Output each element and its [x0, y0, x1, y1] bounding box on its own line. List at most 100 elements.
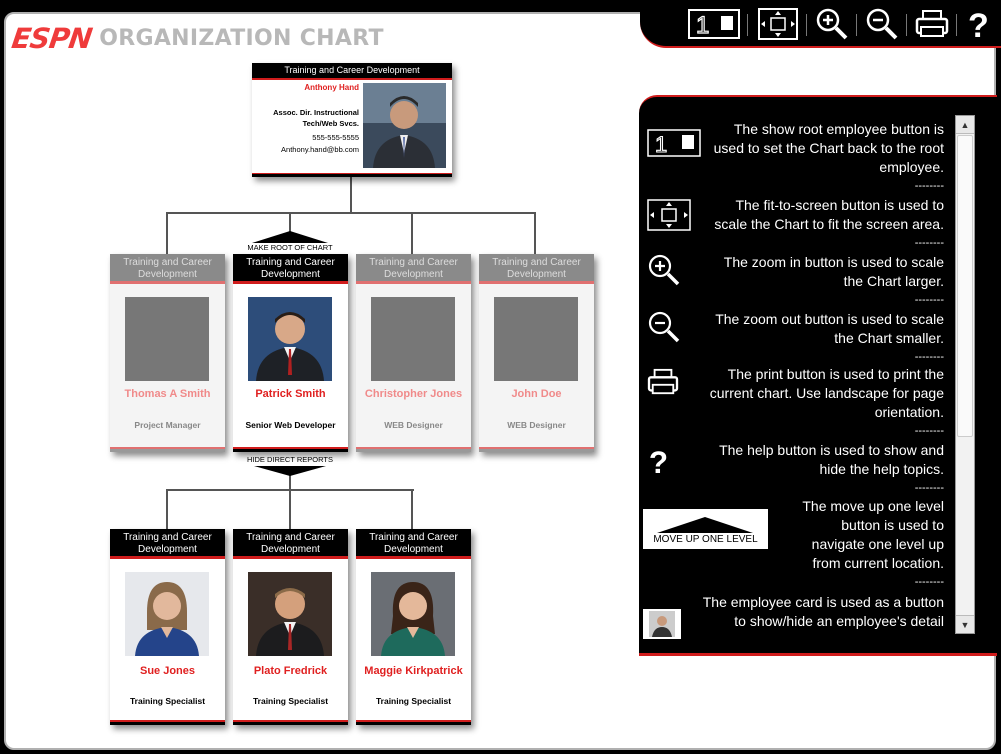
zoom-out-icon [647, 310, 681, 349]
connector [411, 212, 413, 254]
card-name: Sue Jones [139, 665, 196, 677]
employee-card[interactable]: Training and Career Development Patrick S… [233, 254, 348, 452]
zoom-in-icon [647, 253, 681, 292]
page-title: ORGANIZATION CHART [99, 26, 384, 51]
help-topic-text: The zoom out button is used to scale the… [715, 311, 944, 346]
zoom-out-button[interactable] [864, 7, 900, 41]
help-separator: -------- [914, 294, 944, 306]
connector [350, 177, 352, 213]
connector [166, 212, 536, 214]
fit-screen-icon [758, 8, 798, 40]
help-topic-text: The fit-to-screen button is used to scal… [714, 197, 944, 232]
card-name: Christopher Jones [364, 388, 463, 400]
root-employee-card[interactable]: Training and Career Development Anthony … [252, 63, 452, 177]
help-topic-text: The print button is used to print the cu… [709, 366, 944, 420]
employee-photo [248, 572, 332, 656]
move-up-label: MOVE UP ONE LEVEL [653, 534, 758, 545]
help-scrollbar[interactable]: ▲ ▼ [955, 115, 975, 634]
card-title: Training Specialist [252, 696, 329, 706]
employee-photo [125, 572, 209, 656]
card-department: Training and Career Development [110, 254, 225, 284]
card-name: Thomas A Smith [124, 388, 211, 400]
person-photo-icon [371, 572, 455, 656]
help-separator: -------- [914, 425, 944, 437]
fit-screen-icon [647, 199, 691, 236]
root-icon: 1 [647, 129, 701, 162]
card-name: Anthony Hand [304, 83, 359, 92]
person-photo-icon [125, 572, 209, 656]
employee-photo [248, 297, 332, 381]
make-root-button[interactable]: MAKE ROOT OF CHART [240, 230, 340, 254]
employee-photo [371, 572, 455, 656]
employee-card[interactable]: Training and Career Development Sue Jones… [110, 529, 225, 725]
move-up-icon: MOVE UP ONE LEVEL [643, 509, 768, 549]
card-phone: 555-555-5555 [312, 133, 359, 142]
print-icon [915, 10, 949, 37]
employee-photo [494, 297, 578, 381]
card-name: John Doe [511, 388, 562, 400]
svg-text:1: 1 [655, 132, 667, 157]
up-arrow-icon [252, 231, 328, 243]
help-icon: ? [647, 444, 671, 483]
employee-photo [363, 83, 446, 168]
person-photo-icon [363, 83, 446, 168]
make-root-label: MAKE ROOT OF CHART [247, 243, 333, 252]
help-topic-text: The show root employee button is used to… [713, 121, 944, 175]
help-topic-text: The move up one level button is used to … [802, 498, 944, 571]
help-separator: -------- [914, 576, 944, 588]
card-department: Training and Career Development [252, 63, 452, 80]
zoom-out-icon [866, 8, 898, 40]
connector [166, 212, 168, 254]
espn-logo-text: ESPN [9, 22, 94, 55]
card-department: Training and Career Development [233, 254, 348, 284]
person-photo-icon [248, 297, 332, 381]
down-arrow-icon [254, 466, 326, 476]
print-icon [647, 368, 679, 401]
fit-to-screen-button[interactable] [757, 7, 799, 41]
employee-card[interactable]: Training and Career Development Christoph… [356, 254, 471, 452]
connector [534, 212, 536, 254]
svg-text:?: ? [968, 7, 989, 41]
help-separator: -------- [914, 482, 944, 494]
card-title: Senior Web Developer [245, 420, 336, 430]
hide-direct-reports-button[interactable]: HIDE DIRECT REPORTS [240, 455, 340, 477]
person-photo-icon [248, 572, 332, 656]
card-department: Training and Career Development [479, 254, 594, 284]
card-department: Training and Career Development [233, 529, 348, 559]
employee-card[interactable]: Training and Career Development Plato Fre… [233, 529, 348, 725]
card-department: Training and Career Development [110, 529, 225, 559]
card-title: Training Specialist [375, 696, 452, 706]
zoom-in-button[interactable] [814, 7, 850, 41]
print-button[interactable] [914, 7, 950, 41]
svg-text:?: ? [649, 445, 668, 478]
help-topic-text: The zoom in button is used to scale the … [723, 254, 944, 289]
card-title: WEB Designer [507, 420, 566, 430]
connector [289, 489, 291, 529]
connector [166, 489, 168, 529]
employee-photo [125, 297, 209, 381]
scroll-down-arrow[interactable]: ▼ [956, 615, 974, 633]
zoom-in-icon [816, 8, 848, 40]
card-name: Plato Fredrick [253, 665, 328, 677]
toolbar: 1 ? [640, 0, 1001, 48]
card-department: Training and Career Development [356, 254, 471, 284]
employee-card[interactable]: Training and Career Development John Doe W… [479, 254, 594, 452]
show-root-button[interactable]: 1 [688, 7, 740, 41]
root-icon: 1 [688, 9, 740, 39]
card-title: Training Specialist [129, 696, 206, 706]
help-separator: -------- [914, 237, 944, 249]
logo: ESPN ORGANIZATION CHART [9, 22, 384, 55]
card-name: Patrick Smith [255, 388, 326, 400]
card-department: Training and Career Development [356, 529, 471, 559]
card-name: Maggie Kirkpatrick [364, 665, 463, 677]
employee-photo [371, 297, 455, 381]
hide-reports-label: HIDE DIRECT REPORTS [247, 455, 333, 464]
employee-card[interactable]: Training and Career Development Maggie Ki… [356, 529, 471, 725]
card-title: Assoc. Dir. Instructional Tech/Web Svcs. [273, 108, 359, 128]
scroll-up-arrow[interactable]: ▲ [956, 116, 974, 134]
employee-card[interactable]: Training and Career Development Thomas A … [110, 254, 225, 452]
scroll-thumb[interactable] [957, 135, 973, 437]
app-frame: ESPN ORGANIZATION CHART 1 ? MAKE ROOT OF… [0, 0, 1001, 754]
help-button[interactable]: ? [964, 7, 994, 41]
help-topic-text: The employee card is used as a button to… [702, 594, 944, 629]
